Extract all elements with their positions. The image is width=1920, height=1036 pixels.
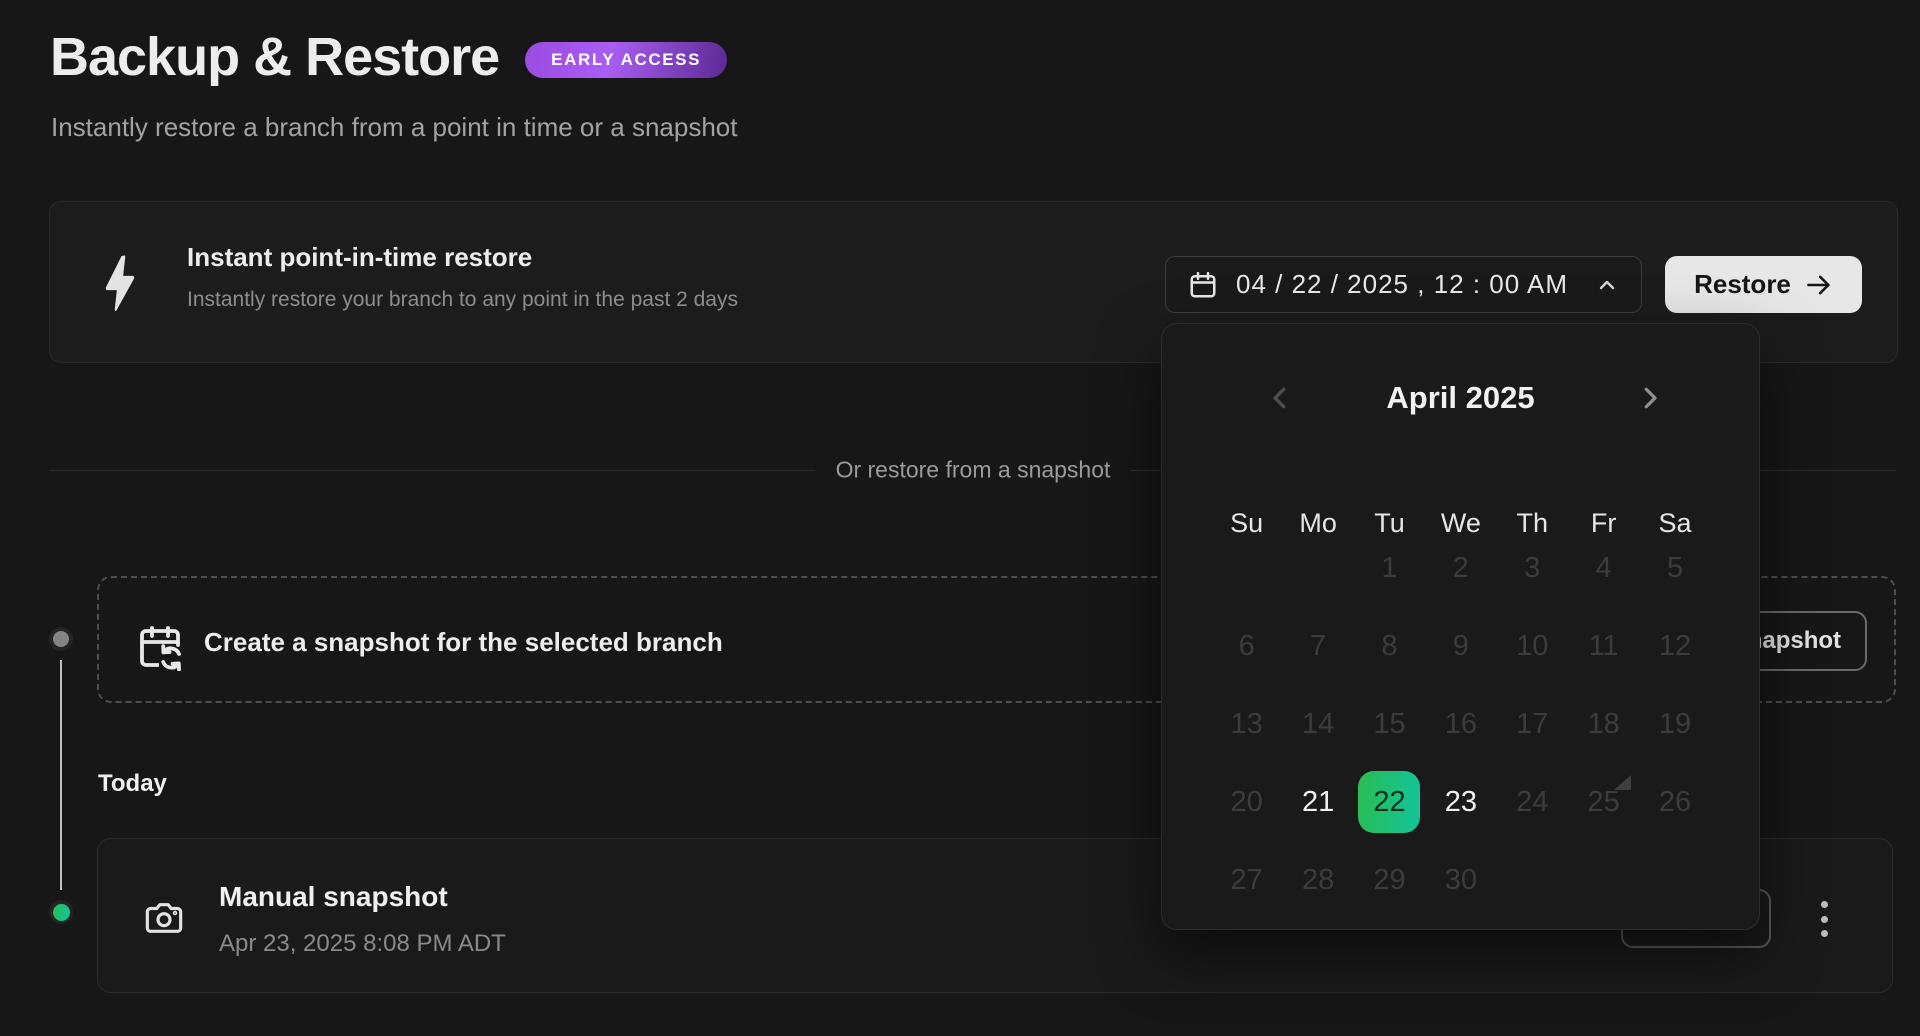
- calendar-day-cell: 18: [1568, 685, 1639, 763]
- calendar-day-empty: [1639, 841, 1710, 919]
- zap-icon: [101, 252, 139, 314]
- calendar-day-cell: 27: [1211, 841, 1282, 919]
- calendar-day-19: 19: [1644, 693, 1706, 755]
- datetime-value: 04 / 22 / 2025 , 12 : 00 AM: [1236, 269, 1577, 300]
- calendar-day-cell: 22: [1354, 763, 1425, 841]
- calendar-day-cell: 16: [1425, 685, 1496, 763]
- calendar-day-cell: 30: [1425, 841, 1496, 919]
- calendar-days-grid: 1234567891011121314151617181920212223242…: [1211, 529, 1711, 919]
- calendar-day-cell: 3: [1497, 529, 1568, 607]
- calendar-day-cell: 4: [1568, 529, 1639, 607]
- restore-button-label: Restore: [1694, 269, 1791, 300]
- kebab-dot: [1821, 930, 1828, 937]
- timeline-line: [60, 660, 62, 890]
- camera-icon: [141, 898, 187, 938]
- calendar-day-cell: 14: [1282, 685, 1353, 763]
- page-subtitle: Instantly restore a branch from a point …: [51, 112, 737, 143]
- calendar-day-2: 2: [1430, 537, 1492, 599]
- calendar-day-empty: [1568, 841, 1639, 919]
- calendar-day-11: 11: [1573, 615, 1635, 677]
- calendar-day-24: 24: [1501, 771, 1563, 833]
- calendar-day-28: 28: [1287, 849, 1349, 911]
- calendar-day-17: 17: [1501, 693, 1563, 755]
- calendar-day-14: 14: [1287, 693, 1349, 755]
- calendar-day-cell: 15: [1354, 685, 1425, 763]
- restore-button[interactable]: Restore: [1665, 256, 1862, 313]
- calendar-day-cell: 13: [1211, 685, 1282, 763]
- timeline-dot-snapshot: [49, 900, 73, 924]
- timeline-dot-create-inner: [53, 631, 69, 647]
- kebab-menu-button[interactable]: [1812, 897, 1836, 941]
- pitr-description: Instantly restore your branch to any poi…: [187, 288, 738, 312]
- arrow-right-icon: [1805, 271, 1833, 299]
- pitr-title: Instant point-in-time restore: [187, 242, 532, 273]
- calendar-day-7: 7: [1287, 615, 1349, 677]
- chevron-up-icon: [1595, 273, 1619, 297]
- calendar-day-empty: [1211, 529, 1282, 607]
- page-header: Backup & Restore EARLY ACCESS: [50, 26, 727, 88]
- calendar-day-12: 12: [1644, 615, 1706, 677]
- datetime-picker-input[interactable]: 04 / 22 / 2025 , 12 : 00 AM: [1165, 256, 1642, 313]
- calendar-day-23[interactable]: 23: [1430, 771, 1492, 833]
- calendar-day-cell: 21: [1282, 763, 1353, 841]
- early-access-badge: EARLY ACCESS: [525, 42, 727, 78]
- kebab-dot: [1821, 901, 1828, 908]
- calendar-day-10: 10: [1501, 615, 1563, 677]
- calendar-day-21[interactable]: 21: [1287, 771, 1349, 833]
- calendar-day-5: 5: [1644, 537, 1706, 599]
- calendar-day-empty: [1497, 841, 1568, 919]
- calendar-day-26: 26: [1644, 771, 1706, 833]
- calendar-day-16: 16: [1430, 693, 1492, 755]
- calendar-day-cell: 6: [1211, 607, 1282, 685]
- calendar-day-29: 29: [1358, 849, 1420, 911]
- calendar-day-1: 1: [1358, 537, 1420, 599]
- calendar-day-cell: 5: [1639, 529, 1710, 607]
- today-label: Today: [98, 770, 167, 798]
- create-snapshot-label: Create a snapshot for the selected branc…: [204, 627, 723, 658]
- calendar-day-cell: 10: [1497, 607, 1568, 685]
- calendar-day-cell: 29: [1354, 841, 1425, 919]
- calendar-day-cell: 1: [1354, 529, 1425, 607]
- calendar-day-27: 27: [1216, 849, 1278, 911]
- calendar-day-cell: 8: [1354, 607, 1425, 685]
- calendar-day-cell: 26: [1639, 763, 1710, 841]
- calendar-day-20: 20: [1216, 771, 1278, 833]
- calendar-day-cell: 17: [1497, 685, 1568, 763]
- calendar-day-empty: [1282, 529, 1353, 607]
- page-title: Backup & Restore: [50, 26, 499, 88]
- divider-label: Or restore from a snapshot: [816, 457, 1131, 484]
- calendar-day-cell: 20: [1211, 763, 1282, 841]
- calendar-day-30: 30: [1430, 849, 1492, 911]
- calendar-day-3: 3: [1501, 537, 1563, 599]
- calendar-day-cell: 24: [1497, 763, 1568, 841]
- calendar-day-15: 15: [1358, 693, 1420, 755]
- calendar-day-cell: 9: [1425, 607, 1496, 685]
- snapshot-timestamp: Apr 23, 2025 8:08 PM ADT: [219, 930, 506, 958]
- calendar-next-month-button[interactable]: [1628, 376, 1672, 420]
- calendar-day-cell: 28: [1282, 841, 1353, 919]
- calendar-day-cell: 11: [1568, 607, 1639, 685]
- calendar-day-8: 8: [1358, 615, 1420, 677]
- calendar-day-9: 9: [1430, 615, 1492, 677]
- calendar-day-4: 4: [1573, 537, 1635, 599]
- calendar-day-18: 18: [1573, 693, 1635, 755]
- snapshot-title: Manual snapshot: [219, 881, 448, 913]
- calendar-sync-icon: [136, 623, 184, 671]
- calendar-day-cell: 23: [1425, 763, 1496, 841]
- timeline-dot-create: [49, 627, 73, 651]
- calendar-day-cell: 19: [1639, 685, 1710, 763]
- calendar-day-6: 6: [1216, 615, 1278, 677]
- calendar-day-cell: 2: [1425, 529, 1496, 607]
- corner-triangle-decoration: [1614, 775, 1631, 790]
- calendar-day-cell: 12: [1639, 607, 1710, 685]
- timeline-dot-snapshot-inner: [53, 904, 70, 921]
- calendar-day-13: 13: [1216, 693, 1278, 755]
- kebab-dot: [1821, 916, 1828, 923]
- calendar-icon: [1188, 270, 1218, 300]
- calendar-day-22[interactable]: 22: [1358, 771, 1420, 833]
- calendar-day-cell: 7: [1282, 607, 1353, 685]
- calendar-popup: April 2025 SuMoTuWeThFrSa 12345678910111…: [1161, 323, 1760, 930]
